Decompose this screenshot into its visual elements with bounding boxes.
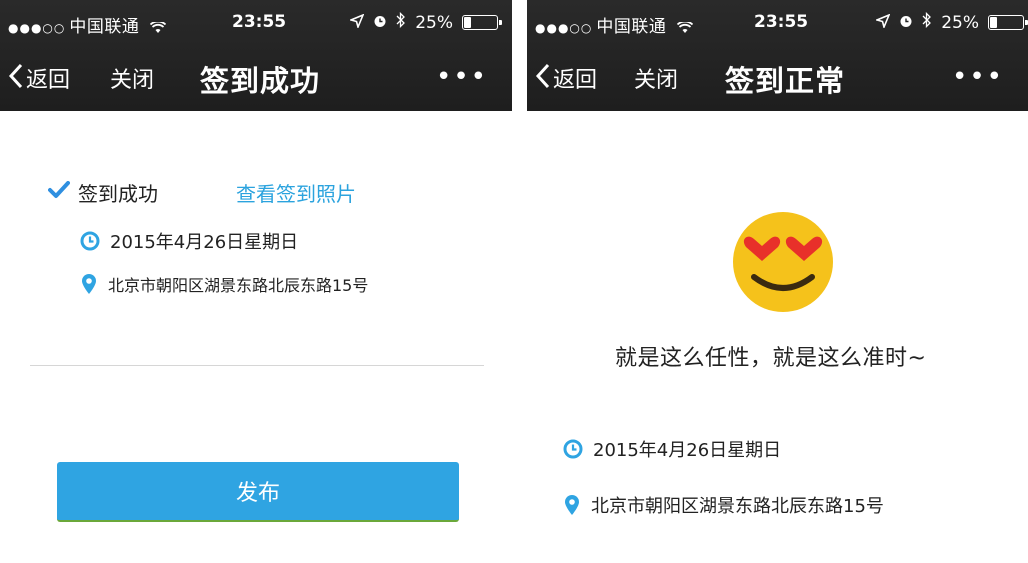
checkin-date: 2015年4月26日星期日 [563,436,781,462]
bluetooth-icon [396,11,406,33]
status-right-group: 25% [348,11,502,33]
signal-strength: ●●●○○ [8,21,66,35]
carrier-name: 中国联通 [596,17,667,37]
more-icon[interactable]: ••• [436,62,488,92]
checkin-address: 北京市朝阳区湖景东路北辰东路15号 [563,492,884,518]
signal-strength: ●●●○○ [535,21,593,35]
clock-icon [563,439,583,459]
chevron-left-icon [535,63,551,94]
chevron-left-icon [8,63,24,94]
page-title: 签到成功 [200,64,321,98]
alarm-icon [373,13,387,33]
carrier-info: ●●●○○ 中国联通 [535,12,694,37]
status-time: 23:55 [232,12,287,32]
bluetooth-icon [922,11,932,33]
wifi-icon [145,20,167,36]
page-title: 签到正常 [725,64,846,98]
checkin-date-text: 2015年4月26日星期日 [110,232,299,253]
heart-eyes-emoji [732,211,834,317]
carrier-name: 中国联通 [69,17,140,37]
location-pin-icon [563,494,581,516]
nav-bar: 返回 关闭 签到正常 ••• [527,48,1028,108]
close-button[interactable]: 关闭 [634,62,678,94]
location-pin-icon [80,273,98,295]
carrier-info: ●●●○○ 中国联通 [8,12,167,37]
location-arrow-icon [874,13,891,33]
battery-percent: 25% [415,12,453,33]
status-bar: ●●●○○ 中国联通 23:55 25% [527,0,1028,42]
battery-fill [464,17,471,28]
wifi-icon [672,20,694,36]
battery-fill [990,17,997,28]
battery-icon [988,15,1028,30]
clock-icon [80,231,100,251]
status-bar: ●●●○○ 中国联通 23:55 25% [0,0,512,42]
divider [30,365,484,366]
check-icon [48,180,70,205]
more-icon[interactable]: ••• [952,62,1004,92]
back-label: 返回 [553,68,598,93]
checkin-date: 2015年4月26日星期日 [80,228,298,254]
checkin-address-text: 北京市朝阳区湖景东路北辰东路15号 [108,276,369,295]
status-right-group: 25% [874,11,1028,33]
view-checkin-photos-link[interactable]: 查看签到照片 [236,178,356,207]
checkin-address-text: 北京市朝阳区湖景东路北辰东路15号 [591,496,884,517]
status-time: 23:55 [754,12,809,32]
checkin-date-text: 2015年4月26日星期日 [593,440,782,461]
back-label: 返回 [26,68,71,93]
tagline: 就是这么任性，就是这么准时~ [615,346,927,371]
checkin-status-label: 签到成功 [78,182,158,206]
battery-percent: 25% [941,12,979,33]
back-button[interactable]: 返回 [535,62,597,94]
location-arrow-icon [348,13,365,33]
publish-button[interactable]: 发布 [57,462,459,522]
screenshot-composite: ●●●○○ 中国联通 23:55 25% 返回 关闭 签到成功 ••• 签到成功… [0,0,1028,563]
header: ●●●○○ 中国联通 23:55 25% [527,0,1028,111]
header: ●●●○○ 中国联通 23:55 25% [0,0,512,111]
nav-bar: 返回 关闭 签到成功 ••• [0,48,512,108]
battery-icon [462,15,502,30]
right-phone-screen: ●●●○○ 中国联通 23:55 25% 返回 关闭 签到正常 ••• 就是这么… [527,0,1028,563]
alarm-icon [899,13,913,33]
checkin-address: 北京市朝阳区湖景东路北辰东路15号 [80,272,368,296]
back-button[interactable]: 返回 [8,62,70,94]
left-phone-screen: ●●●○○ 中国联通 23:55 25% 返回 关闭 签到成功 ••• 签到成功… [0,0,512,563]
checkin-status: 签到成功 [48,178,158,207]
close-button[interactable]: 关闭 [110,62,154,94]
